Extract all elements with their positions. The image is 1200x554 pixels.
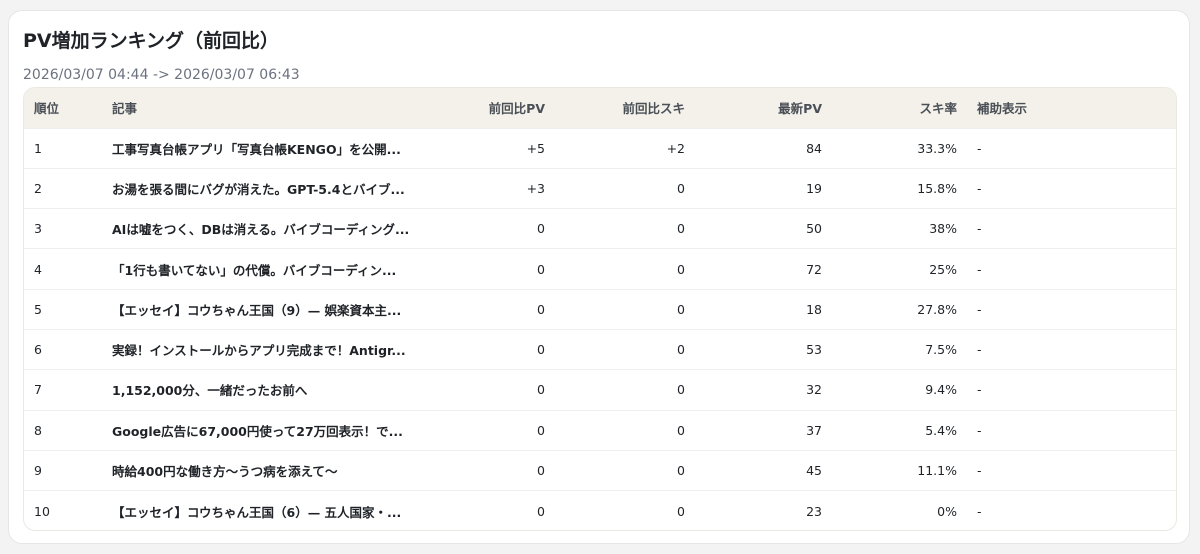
- cell-aux: -: [977, 301, 982, 317]
- cell-pv-diff: 0: [537, 422, 545, 438]
- cell-rank: 5: [34, 301, 42, 317]
- cell-suki-diff: 0: [677, 342, 685, 358]
- cell-suki-rate: 5.4%: [925, 422, 957, 438]
- table-header: 順位 記事 前回比PV 前回比スキ 最新PV スキ率 補助表示: [24, 88, 1176, 128]
- cell-suki-rate: 33.3%: [917, 140, 957, 156]
- cell-aux: -: [977, 503, 982, 519]
- cell-suki-diff: 0: [677, 382, 685, 398]
- cell-article-title[interactable]: 実録！インストールからアプリ完成まで！Antigr...: [102, 329, 422, 369]
- cell-suki-diff: 0: [677, 422, 685, 438]
- cell-article-title[interactable]: 工事写真台帳アプリ「写真台帳KENGO」を公開...: [102, 128, 422, 168]
- cell-aux: -: [977, 342, 982, 358]
- cell-suki-rate: 0%: [937, 503, 957, 519]
- period-label: 2026/03/07 04:44 -> 2026/03/07 06:43: [23, 67, 300, 83]
- cell-rank: 6: [34, 342, 42, 358]
- cell-pv-diff: 0: [537, 261, 545, 277]
- header-row: 順位 記事 前回比PV 前回比スキ 最新PV スキ率 補助表示: [24, 88, 1176, 128]
- cell-pv-diff: 0: [537, 463, 545, 479]
- cell-article-title[interactable]: お湯を張る間にバグが消えた。GPT-5.4とバイブ...: [102, 168, 422, 208]
- table-row: 7 1,152,000分、一緒だったお前へ 0 0 32 9.4% -: [24, 369, 1176, 410]
- cell-latest-pv: 23: [806, 503, 822, 519]
- cell-pv-diff: 0: [537, 342, 545, 358]
- cell-rank: 7: [34, 382, 42, 398]
- col-header-rank: 順位: [34, 101, 60, 117]
- cell-article-title[interactable]: 「1行も書いてない」の代償。バイブコーディン...: [102, 249, 422, 289]
- cell-aux: -: [977, 382, 982, 398]
- col-header-suki-diff: 前回比スキ: [622, 101, 685, 117]
- cell-latest-pv: 72: [806, 261, 822, 277]
- cell-suki-diff: 0: [677, 180, 685, 196]
- table-row: 4 「1行も書いてない」の代償。バイブコーディン... 0 0 72 25% -: [24, 248, 1176, 289]
- cell-latest-pv: 19: [806, 180, 822, 196]
- cell-suki-rate: 15.8%: [917, 180, 957, 196]
- cell-pv-diff: 0: [537, 503, 545, 519]
- col-header-pv-diff: 前回比PV: [488, 101, 545, 117]
- cell-suki-diff: 0: [677, 463, 685, 479]
- page-title: PV増加ランキング（前回比）: [23, 30, 280, 52]
- table-body: 1 工事写真台帳アプリ「写真台帳KENGO」を公開... +5 +2 84 33…: [24, 128, 1176, 530]
- cell-article-title[interactable]: 1,152,000分、一緒だったお前へ: [102, 370, 422, 410]
- cell-article-title[interactable]: 【エッセイ】コウちゃん王国（9）— 娯楽資本主...: [102, 289, 422, 329]
- cell-rank: 4: [34, 261, 42, 277]
- table-row: 2 お湯を張る間にバグが消えた。GPT-5.4とバイブ... +3 0 19 1…: [24, 168, 1176, 208]
- table-row: 8 Google広告に67,000円使って27万回表示！で... 0 0 37 …: [24, 410, 1176, 450]
- cell-latest-pv: 84: [806, 140, 822, 156]
- cell-article-title[interactable]: AIは嘘をつく、DBは消える。バイブコーディング...: [102, 209, 422, 249]
- ranking-table-container: 順位 記事 前回比PV 前回比スキ 最新PV スキ率 補助表示 1 工事写真台帳…: [23, 87, 1177, 531]
- cell-aux: -: [977, 422, 982, 438]
- cell-suki-rate: 27.8%: [917, 301, 957, 317]
- cell-rank: 2: [34, 180, 42, 196]
- cell-pv-diff: 0: [537, 301, 545, 317]
- cell-pv-diff: 0: [537, 221, 545, 237]
- cell-latest-pv: 37: [806, 422, 822, 438]
- cell-suki-rate: 9.4%: [925, 382, 957, 398]
- cell-suki-rate: 11.1%: [917, 463, 957, 479]
- cell-suki-diff: 0: [677, 301, 685, 317]
- col-header-aux: 補助表示: [977, 101, 1028, 117]
- table-row: 3 AIは嘘をつく、DBは消える。バイブコーディング... 0 0 50 38%…: [24, 208, 1176, 249]
- cell-article-title[interactable]: 時給400円な働き方〜うつ病を添えて〜: [102, 450, 422, 490]
- cell-suki-diff: 0: [677, 221, 685, 237]
- cell-rank: 8: [34, 422, 42, 438]
- ranking-table: 順位 記事 前回比PV 前回比スキ 最新PV スキ率 補助表示 1 工事写真台帳…: [24, 88, 1176, 530]
- table-row: 5 【エッセイ】コウちゃん王国（9）— 娯楽資本主... 0 0 18 27.8…: [24, 289, 1176, 329]
- col-header-article: 記事: [112, 101, 138, 117]
- cell-latest-pv: 50: [806, 221, 822, 237]
- cell-suki-diff: 0: [677, 503, 685, 519]
- cell-aux: -: [977, 463, 982, 479]
- table-row: 9 時給400円な働き方〜うつ病を添えて〜 0 0 45 11.1% -: [24, 450, 1176, 490]
- cell-aux: -: [977, 180, 982, 196]
- table-row: 10 【エッセイ】コウちゃん王国（6）— 五人国家・... 0 0 23 0% …: [24, 490, 1176, 530]
- ranking-card: PV増加ランキング（前回比） 2026/03/07 04:44 -> 2026/…: [8, 10, 1190, 544]
- cell-aux: -: [977, 221, 982, 237]
- cell-pv-diff: +3: [526, 180, 545, 196]
- cell-latest-pv: 45: [806, 463, 822, 479]
- cell-suki-rate: 25%: [929, 261, 957, 277]
- cell-aux: -: [977, 140, 982, 156]
- cell-suki-diff: +2: [666, 140, 685, 156]
- cell-suki-rate: 38%: [929, 221, 957, 237]
- cell-rank: 10: [34, 503, 50, 519]
- col-header-latest-pv: 最新PV: [778, 101, 822, 117]
- cell-rank: 9: [34, 463, 42, 479]
- table-row: 6 実録！インストールからアプリ完成まで！Antigr... 0 0 53 7.…: [24, 329, 1176, 369]
- cell-article-title[interactable]: 【エッセイ】コウちゃん王国（6）— 五人国家・...: [102, 491, 422, 530]
- cell-pv-diff: +5: [526, 140, 545, 156]
- cell-pv-diff: 0: [537, 382, 545, 398]
- cell-suki-rate: 7.5%: [925, 342, 957, 358]
- cell-article-title[interactable]: Google広告に67,000円使って27万回表示！で...: [102, 410, 422, 450]
- cell-rank: 3: [34, 221, 42, 237]
- cell-latest-pv: 18: [806, 301, 822, 317]
- cell-suki-diff: 0: [677, 261, 685, 277]
- cell-aux: -: [977, 261, 982, 277]
- cell-latest-pv: 32: [806, 382, 822, 398]
- col-header-suki-rate: スキ率: [919, 101, 957, 117]
- cell-latest-pv: 53: [806, 342, 822, 358]
- cell-rank: 1: [34, 140, 42, 156]
- table-row: 1 工事写真台帳アプリ「写真台帳KENGO」を公開... +5 +2 84 33…: [24, 128, 1176, 168]
